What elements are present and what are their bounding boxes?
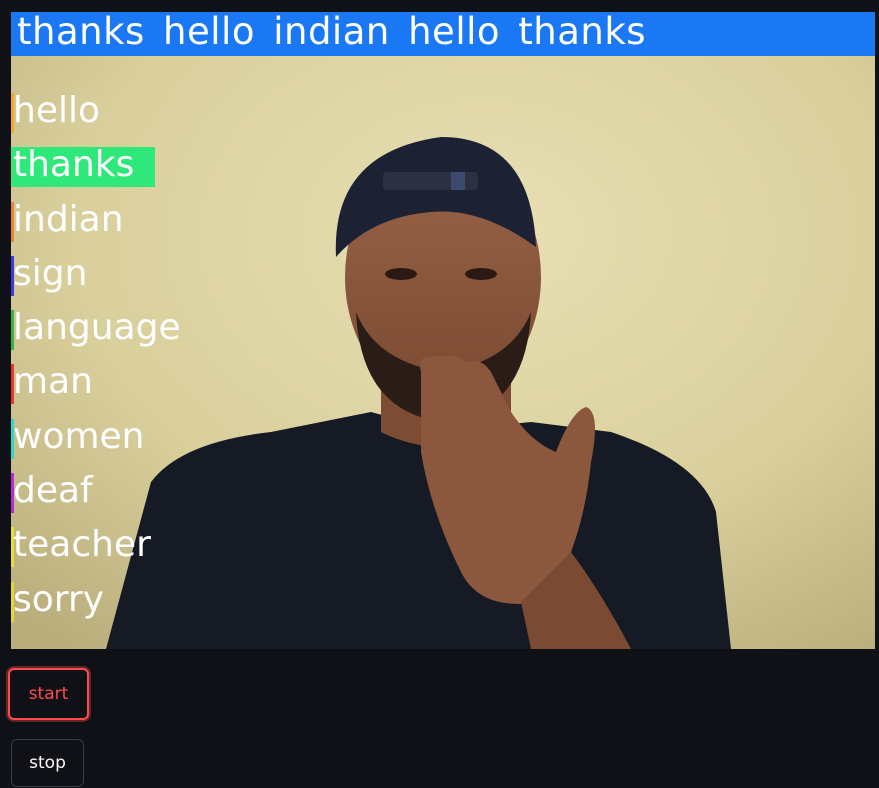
probability-label: sorry xyxy=(13,578,105,620)
probability-row-deaf: deaf xyxy=(11,469,311,523)
probability-row-hello: hello xyxy=(11,89,311,143)
probability-label: language xyxy=(13,307,181,349)
probability-row-thanks: thanks xyxy=(11,143,311,197)
webcam-video-feed: thanks hello indian hello thanks hello th… xyxy=(11,12,875,649)
probability-row-language: language xyxy=(11,306,311,360)
probability-label: thanks xyxy=(13,144,135,186)
probability-label: indian xyxy=(13,198,124,240)
probability-list: hello thanks indian sign language man women dea… xyxy=(11,89,311,632)
probability-label: women xyxy=(13,415,145,457)
probability-row-sign: sign xyxy=(11,252,311,306)
probability-row-man: man xyxy=(11,360,311,414)
probability-row-teacher: teacher xyxy=(11,523,311,577)
probability-row-sorry: sorry xyxy=(11,578,311,632)
stop-button[interactable]: stop xyxy=(11,739,84,787)
sentence-bar: thanks hello indian hello thanks xyxy=(11,12,875,56)
app-root: thanks hello indian hello thanks hello th… xyxy=(0,0,879,788)
probability-label: man xyxy=(13,361,93,403)
probability-row-women: women xyxy=(11,415,311,469)
probability-row-indian: indian xyxy=(11,198,311,252)
probability-label: hello xyxy=(13,90,100,131)
probability-label: deaf xyxy=(13,470,93,512)
probability-label: teacher xyxy=(13,524,151,566)
predicted-sentence: thanks hello indian hello thanks xyxy=(17,12,647,53)
probability-label: sign xyxy=(13,252,88,294)
start-button[interactable]: start xyxy=(8,668,89,720)
